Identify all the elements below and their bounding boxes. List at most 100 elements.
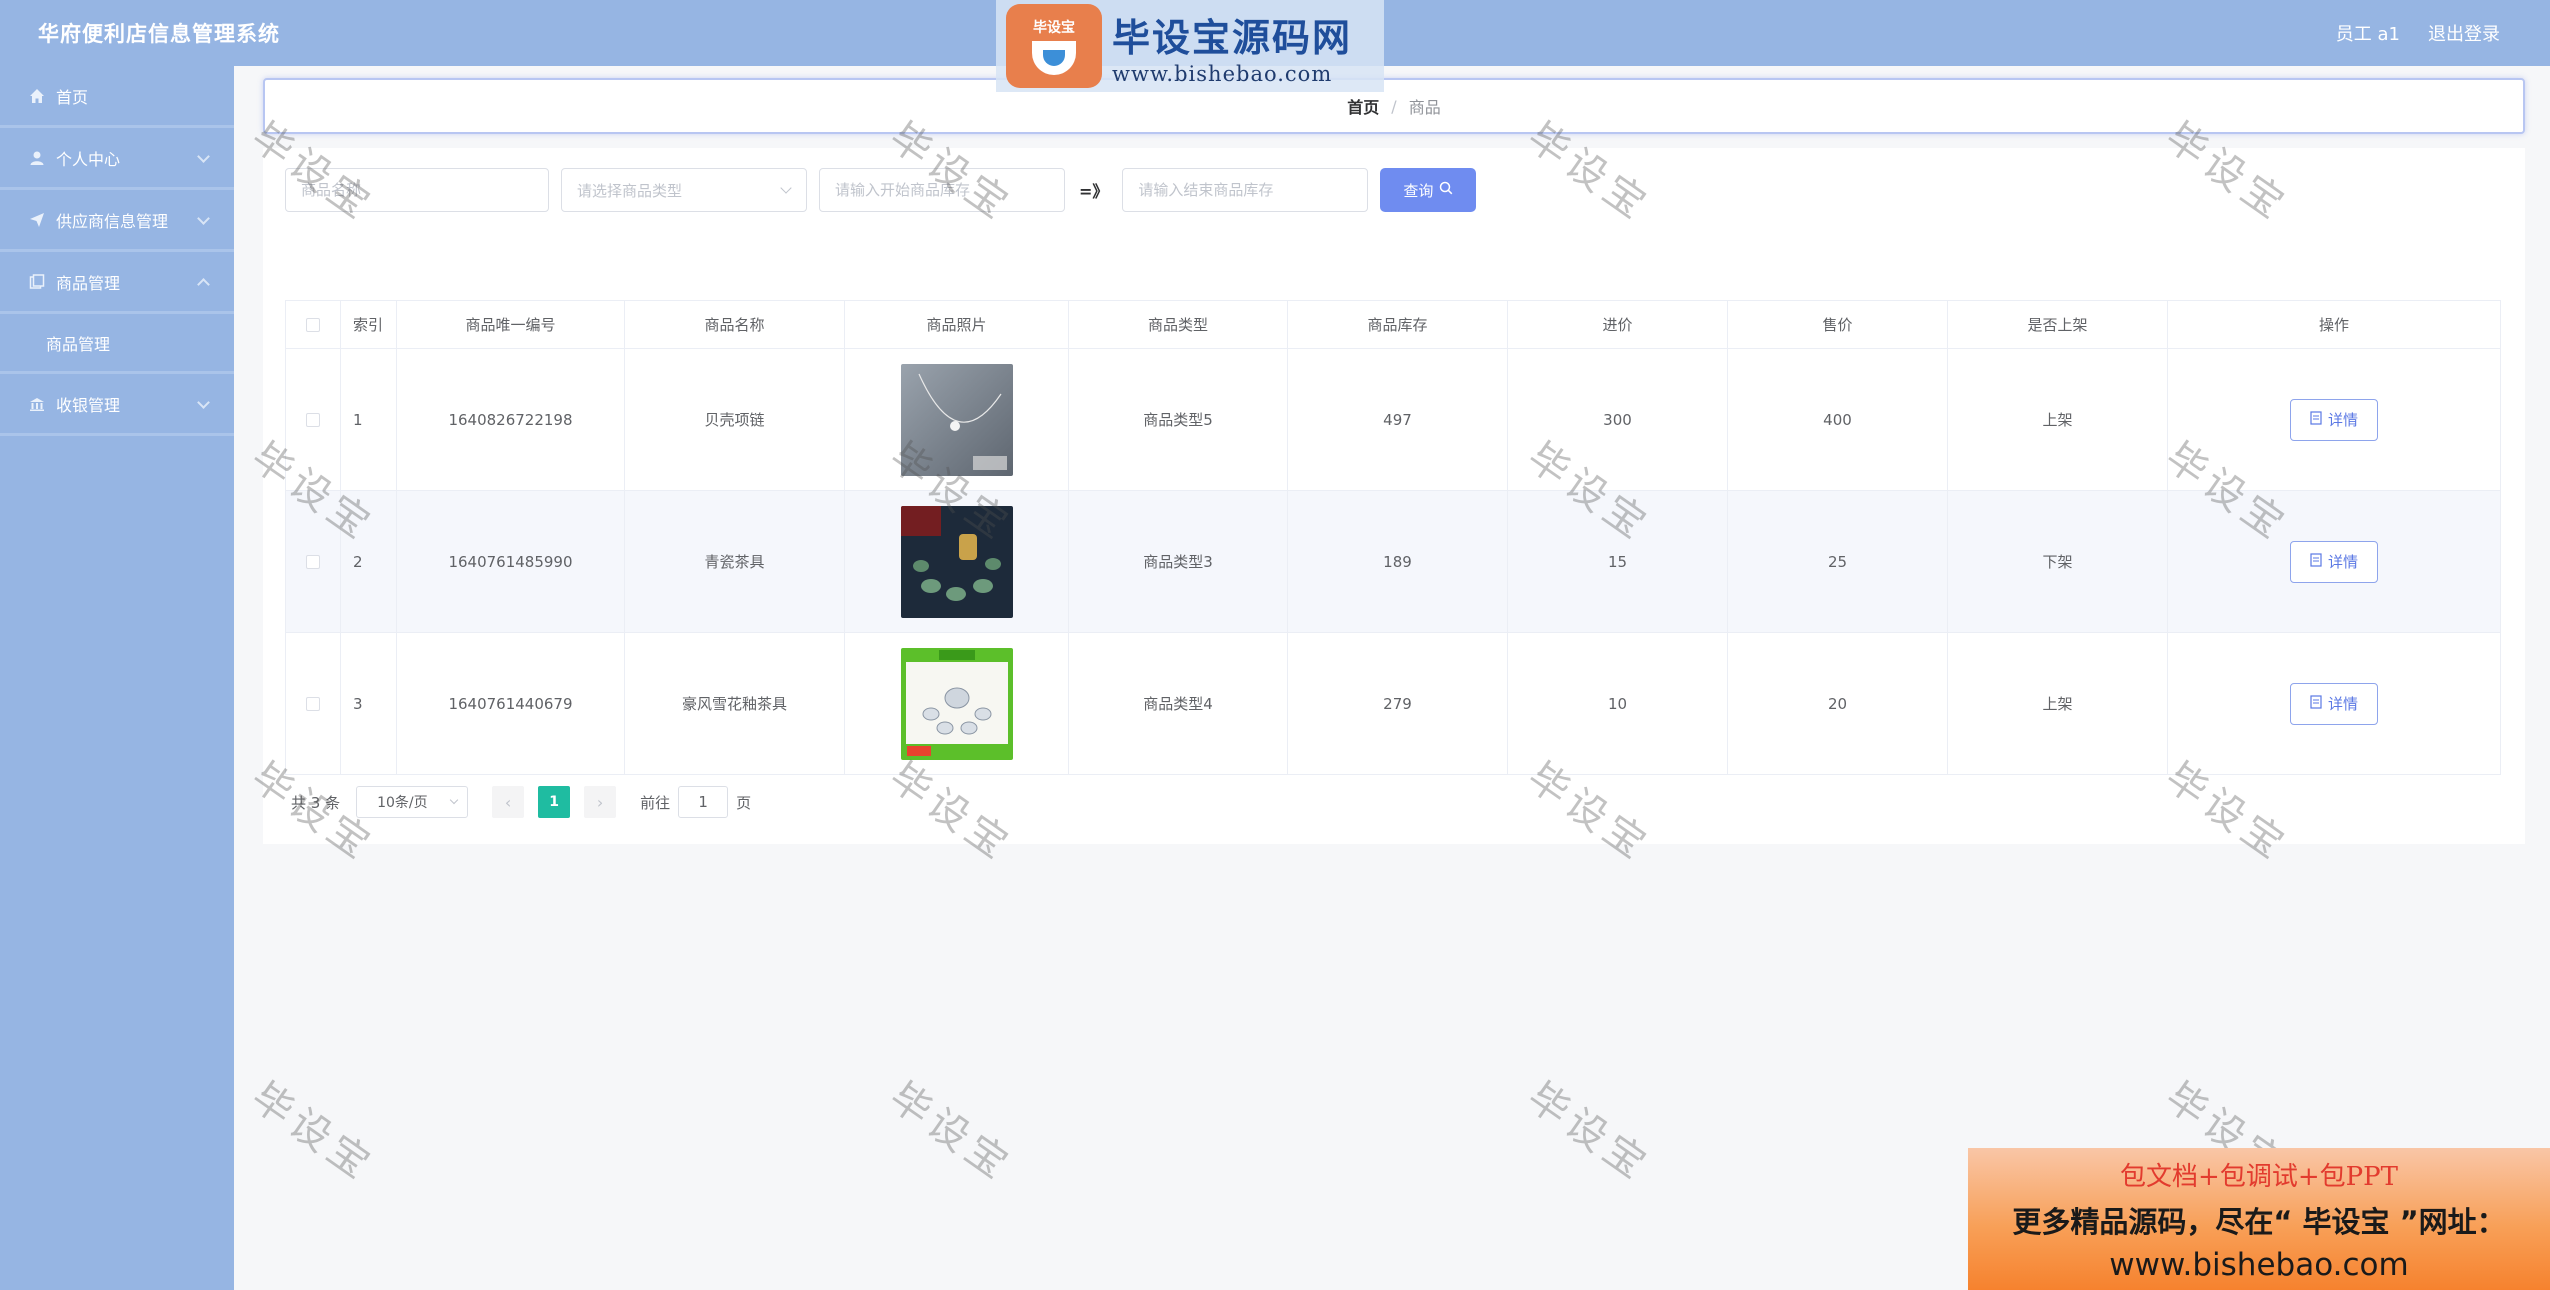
send-icon xyxy=(28,211,46,229)
chevron-down-icon xyxy=(449,795,459,805)
product-name-input-wrap xyxy=(285,168,549,212)
header-select-cell xyxy=(285,301,341,348)
breadcrumb-current: 商品 xyxy=(1408,98,1441,117)
cell-photo xyxy=(845,491,1069,632)
cell-index: 2 xyxy=(341,491,397,632)
detail-button-label: 详情 xyxy=(2327,553,2358,571)
logout-link[interactable]: 退出登录 xyxy=(2428,20,2500,46)
cell-photo xyxy=(845,633,1069,774)
search-button[interactable]: 查询 xyxy=(1380,168,1477,212)
sidebar-item-supplier[interactable]: 供应商信息管理 xyxy=(0,190,234,252)
product-photo-celadon-tea-set xyxy=(900,505,1013,618)
cell-type: 商品类型5 xyxy=(1069,349,1288,490)
sidebar-item-profile[interactable]: 个人中心 xyxy=(0,128,234,190)
cell-name: 青瓷茶具 xyxy=(625,491,845,632)
detail-button[interactable]: 详情 xyxy=(2290,398,2378,441)
product-type-select[interactable]: 请选择商品类型 xyxy=(561,168,807,212)
cell-type: 商品类型4 xyxy=(1069,633,1288,774)
document-icon xyxy=(28,273,46,291)
header-cell: 商品唯一编号 xyxy=(397,301,625,348)
chevron-up-icon xyxy=(197,278,210,291)
range-separator: =》 xyxy=(1079,182,1109,201)
cell-cost: 10 xyxy=(1508,633,1728,774)
detail-button[interactable]: 详情 xyxy=(2290,682,2378,725)
next-page-button[interactable]: › xyxy=(584,786,617,818)
sidebar-item-label: 供应商信息管理 xyxy=(56,211,169,231)
chevron-down-icon xyxy=(780,182,792,194)
cell-name: 豪风雪花釉茶具 xyxy=(625,633,845,774)
header-actions: 员工 a1 退出登录 xyxy=(2336,20,2500,46)
table-row: 1 1640826722198 贝壳项链 商品类型5 497 300 400 上… xyxy=(285,349,2501,491)
header-cell: 商品库存 xyxy=(1288,301,1508,348)
cell-price: 400 xyxy=(1728,349,1948,490)
product-type-placeholder: 请选择商品类型 xyxy=(577,181,683,200)
cell-photo xyxy=(845,349,1069,490)
cell-actions: 详情 xyxy=(2168,491,2501,632)
sidebar-subitem-products[interactable]: 商品管理 xyxy=(0,314,234,374)
goto-page-input[interactable]: 1 xyxy=(678,786,729,818)
user-icon xyxy=(28,149,46,167)
table-row: 2 1640761485990 青瓷茶具 商品类型3 189 15 25 下架 … xyxy=(285,491,2501,633)
table-row: 3 1640761440679 豪风雪花釉茶具 商品类型4 279 10 20 … xyxy=(285,633,2501,775)
stock-start-input-wrap xyxy=(819,168,1065,212)
page-unit-label: 页 xyxy=(736,793,752,812)
cell-price: 20 xyxy=(1728,633,1948,774)
document-icon xyxy=(2310,552,2322,571)
app-title: 华府便利店信息管理系统 xyxy=(38,22,280,46)
promo-line-3: www.bishebao.com xyxy=(2109,1246,2409,1283)
cell-code: 1640761440679 xyxy=(397,633,625,774)
promo-banner: 包文档+包调试+包PPT 更多精品源码，尽在“ 毕设宝 ”网址： www.bis… xyxy=(1968,1148,2550,1290)
goto-label: 前往 xyxy=(640,793,671,812)
page-number-current[interactable]: 1 xyxy=(538,786,571,818)
header-cell: 售价 xyxy=(1728,301,1948,348)
watermark: 毕设宝 xyxy=(880,1073,1021,1191)
cell-index: 3 xyxy=(341,633,397,774)
row-select-cell xyxy=(285,633,341,774)
cell-cost: 15 xyxy=(1508,491,1728,632)
header-cell: 商品名称 xyxy=(625,301,845,348)
breadcrumb-home[interactable]: 首页 xyxy=(1347,94,1379,118)
row-checkbox[interactable] xyxy=(306,554,320,569)
product-table: 索引 商品唯一编号 商品名称 商品照片 商品类型 商品库存 进价 售价 是否上架… xyxy=(285,300,2501,775)
watermark: 毕设宝 xyxy=(242,1073,383,1191)
page-size-select[interactable]: 10条/页 xyxy=(356,786,469,818)
sidebar-subitem-label: 商品管理 xyxy=(46,334,111,354)
sidebar-item-cashier[interactable]: 收银管理 xyxy=(0,374,234,436)
header-cell: 操作 xyxy=(2168,301,2501,348)
cell-code: 1640826722198 xyxy=(397,349,625,490)
stock-end-input[interactable] xyxy=(1138,181,1353,199)
sidebar-item-label: 商品管理 xyxy=(56,273,121,293)
sidebar: 首页 个人中心 供应商信息管理 商品管理 商品管理 收银管理 xyxy=(0,66,234,1290)
cell-stock: 497 xyxy=(1288,349,1508,490)
product-photo-glaze-tea-set xyxy=(900,647,1013,760)
content-panel: 请选择商品类型 =》 查询 索引 商品唯一编号 商品名称 商品照片 商品类型 商… xyxy=(263,148,2525,844)
sidebar-item-products[interactable]: 商品管理 xyxy=(0,252,234,314)
detail-button[interactable]: 详情 xyxy=(2290,540,2378,583)
header-cell: 是否上架 xyxy=(1948,301,2168,348)
search-icon xyxy=(1439,181,1453,199)
cell-type: 商品类型3 xyxy=(1069,491,1288,632)
cell-status: 上架 xyxy=(1948,633,2168,774)
cup-icon xyxy=(1032,41,1076,75)
pagination: 共 3 条 10条/页 ‹ 1 › 前往 1 页 xyxy=(291,786,751,818)
product-name-input[interactable] xyxy=(301,181,533,199)
detail-button-label: 详情 xyxy=(2327,695,2358,713)
row-checkbox[interactable] xyxy=(306,696,320,711)
pagination-total: 共 3 条 xyxy=(291,793,341,812)
cell-stock: 189 xyxy=(1288,491,1508,632)
cell-actions: 详情 xyxy=(2168,349,2501,490)
promo-line-2: 更多精品源码，尽在“ 毕设宝 ”网址： xyxy=(2012,1204,2506,1239)
select-all-checkbox[interactable] xyxy=(306,317,320,332)
stock-start-input[interactable] xyxy=(835,181,1049,199)
document-icon xyxy=(2310,694,2322,713)
logo-text: 毕设宝源码网 www.bishebao.com xyxy=(1112,7,1352,86)
cell-index: 1 xyxy=(341,349,397,490)
row-checkbox[interactable] xyxy=(306,412,320,427)
logo-title: 毕设宝源码网 xyxy=(1112,15,1353,60)
cell-code: 1640761485990 xyxy=(397,491,625,632)
prev-page-button[interactable]: ‹ xyxy=(492,786,525,818)
logo-badge-text: 毕设宝 xyxy=(1033,20,1075,36)
cell-status: 上架 xyxy=(1948,349,2168,490)
sidebar-item-home[interactable]: 首页 xyxy=(0,66,234,128)
bank-icon xyxy=(28,395,46,413)
